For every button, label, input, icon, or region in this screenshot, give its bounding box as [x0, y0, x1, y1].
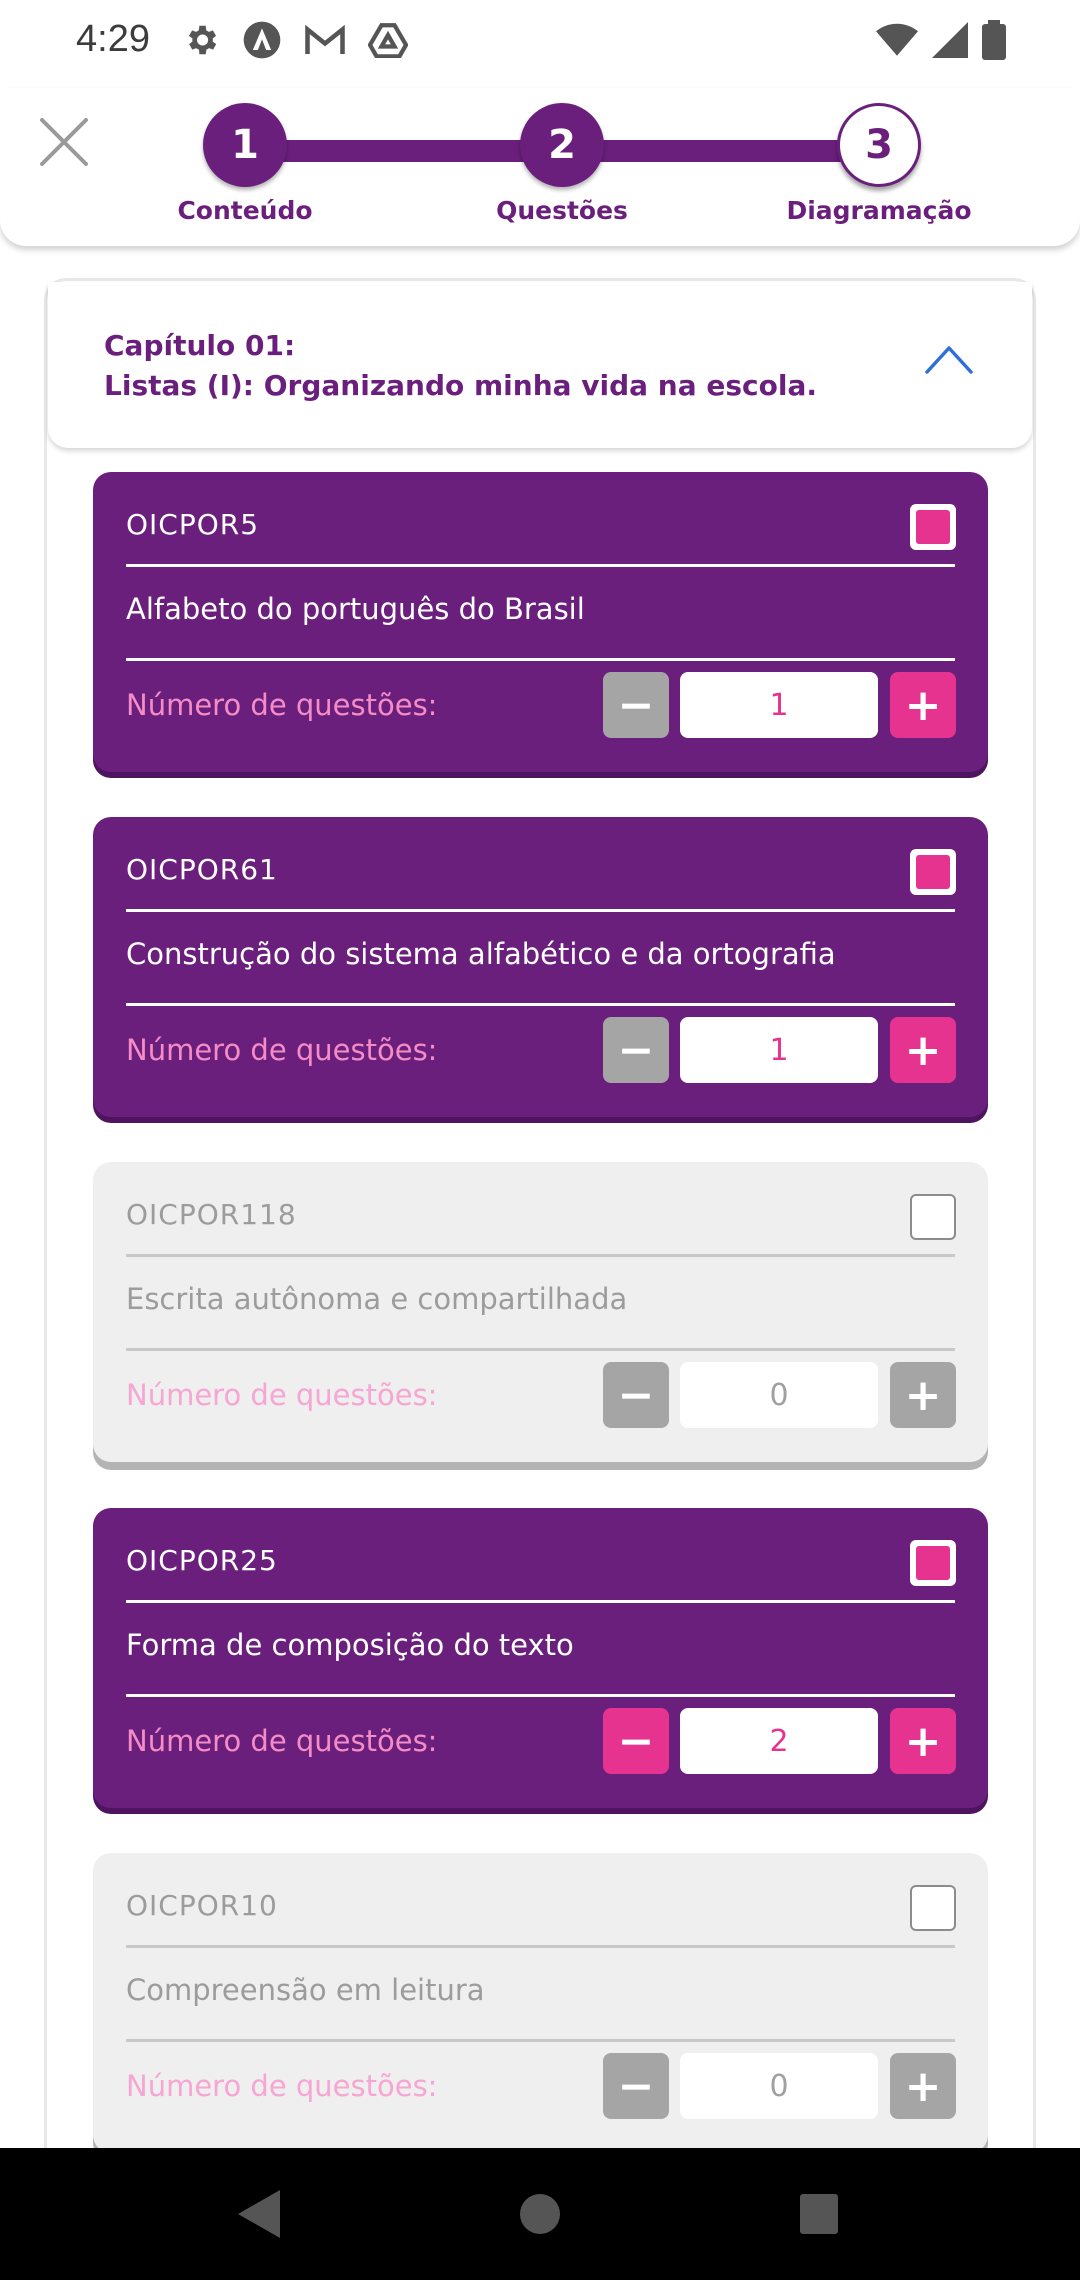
- question-count-value[interactable]: 1: [680, 1017, 878, 1083]
- divider: [126, 1600, 955, 1603]
- signal-icon: [932, 22, 968, 58]
- topic-checkbox[interactable]: [910, 504, 956, 550]
- step-3-label: Diagramação: [786, 196, 972, 225]
- divider: [126, 1694, 955, 1697]
- divider: [126, 1348, 955, 1351]
- question-count-value[interactable]: 0: [680, 1362, 878, 1428]
- increase-button[interactable]: +: [890, 2053, 956, 2119]
- wizard-header: 1 2 3 Conteúdo Questões Diagramação: [0, 88, 1080, 246]
- topic-checkbox[interactable]: [910, 849, 956, 895]
- step-2-label: Questões: [496, 196, 628, 225]
- navigation-bar: [0, 2148, 1080, 2280]
- topic-name: Alfabeto do português do Brasil: [126, 592, 585, 626]
- topic-checkbox[interactable]: [910, 1885, 956, 1931]
- chapter-title: Capítulo 01: Listas (I): Organizando min…: [104, 326, 817, 406]
- question-count-value[interactable]: 1: [680, 672, 878, 738]
- divider: [126, 909, 955, 912]
- back-icon[interactable]: [236, 2188, 282, 2240]
- divider: [126, 564, 955, 567]
- stepper-connector-1: [246, 140, 562, 162]
- close-icon[interactable]: [36, 114, 92, 170]
- status-time: 4:29: [76, 18, 150, 60]
- topic-code: OICPOR61: [126, 853, 278, 886]
- divider: [126, 1003, 955, 1006]
- question-count-label: Número de questões:: [126, 1033, 438, 1067]
- divider: [126, 1254, 955, 1257]
- divider: [126, 1945, 955, 1948]
- stepper-connector-2: [562, 140, 880, 162]
- decrease-button[interactable]: −: [603, 1708, 669, 1774]
- divider: [126, 2039, 955, 2042]
- status-bar: 4:29: [0, 0, 1080, 88]
- wifi-icon: [876, 23, 918, 56]
- question-count-value[interactable]: 0: [680, 2053, 878, 2119]
- decrease-button[interactable]: −: [603, 672, 669, 738]
- topic-card: OICPOR61 Construção do sistema alfabétic…: [93, 817, 988, 1117]
- topic-name: Construção do sistema alfabético e da or…: [126, 937, 836, 971]
- question-count-label: Número de questões:: [126, 2069, 438, 2103]
- topic-card: OICPOR25 Forma de composição do texto Nú…: [93, 1508, 988, 1808]
- question-count-value[interactable]: 2: [680, 1708, 878, 1774]
- topic-code: OICPOR25: [126, 1544, 278, 1577]
- home-icon[interactable]: [518, 2188, 562, 2240]
- chevron-up-icon[interactable]: [924, 342, 974, 376]
- app-a-icon: [243, 21, 281, 59]
- increase-button[interactable]: +: [890, 1708, 956, 1774]
- chapter-number: Capítulo 01:: [104, 329, 296, 362]
- settings-icon: [188, 25, 217, 55]
- recents-icon[interactable]: [798, 2188, 840, 2240]
- topic-checkbox[interactable]: [910, 1194, 956, 1240]
- question-count-label: Número de questões:: [126, 1724, 438, 1758]
- chapter-header[interactable]: Capítulo 01: Listas (I): Organizando min…: [48, 282, 1032, 448]
- topic-name: Forma de composição do texto: [126, 1628, 574, 1662]
- divider: [126, 658, 955, 661]
- step-1-circle[interactable]: 1: [203, 103, 287, 187]
- topic-card: OICPOR118 Escrita autônoma e compartilha…: [93, 1162, 988, 1462]
- increase-button[interactable]: +: [890, 672, 956, 738]
- increase-button[interactable]: +: [890, 1017, 956, 1083]
- topic-name: Escrita autônoma e compartilhada: [126, 1282, 628, 1316]
- step-3-circle[interactable]: 3: [837, 103, 921, 187]
- status-icons-left: [182, 20, 408, 60]
- step-2-circle[interactable]: 2: [520, 103, 604, 187]
- chapter-name: Listas (I): Organizando minha vida na es…: [104, 369, 818, 402]
- increase-button[interactable]: +: [890, 1362, 956, 1428]
- decrease-button[interactable]: −: [603, 2053, 669, 2119]
- status-icons-right: [876, 20, 1006, 60]
- drive-icon: [368, 23, 408, 58]
- topic-code: OICPOR118: [126, 1198, 297, 1231]
- battery-icon: [982, 20, 1006, 60]
- decrease-button[interactable]: −: [603, 1017, 669, 1083]
- step-1-label: Conteúdo: [177, 196, 313, 225]
- question-count-label: Número de questões:: [126, 1378, 438, 1412]
- decrease-button[interactable]: −: [603, 1362, 669, 1428]
- topic-card: OICPOR5 Alfabeto do português do Brasil …: [93, 472, 988, 772]
- question-count-label: Número de questões:: [126, 688, 438, 722]
- topic-checkbox[interactable]: [910, 1540, 956, 1586]
- topic-code: OICPOR10: [126, 1889, 278, 1922]
- topic-card: OICPOR10 Compreensão em leitura Número d…: [93, 1853, 988, 2153]
- gmail-icon: [305, 24, 345, 54]
- topic-name: Compreensão em leitura: [126, 1973, 485, 2007]
- topic-code: OICPOR5: [126, 508, 260, 541]
